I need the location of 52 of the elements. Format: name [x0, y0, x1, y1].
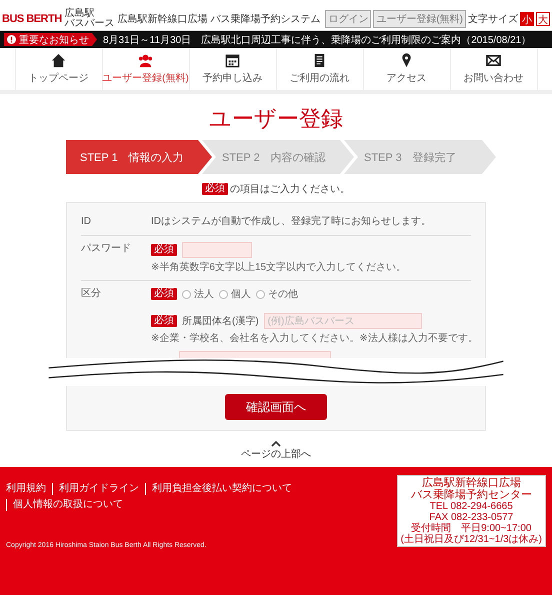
- password-field[interactable]: [182, 242, 252, 258]
- radio-option[interactable]: 個人: [219, 287, 251, 301]
- required-badge: 必須: [151, 288, 177, 300]
- footer-link[interactable]: 利用ガイドライン: [52, 483, 145, 495]
- step-indicator: STEP 1 情報の入力: [66, 140, 212, 174]
- header-button[interactable]: ユーザー登録(無料): [373, 10, 466, 28]
- contact-line: バス乗降場予約センター: [410, 489, 532, 501]
- required-note: の項目はご入力ください。: [230, 182, 350, 196]
- info-text: IDはシステムが自動で作成し、登録完了時にお知らせします。: [151, 215, 431, 229]
- chevron-up-icon: [271, 441, 281, 447]
- footer-link[interactable]: 利用負担金後払い契約について: [145, 483, 298, 495]
- system-title: 広島駅新幹線口広場 バス乗降場予約システム: [118, 12, 320, 26]
- step-indicator: STEP 2 内容の確認: [202, 140, 354, 174]
- footer-link[interactable]: 利用規約: [6, 483, 52, 495]
- contact-line: (土日祝日及び12/31~1/3は休み): [400, 534, 542, 545]
- contact-line: 受付時間 平日9:00~17:00: [411, 523, 532, 534]
- hint-text: ※企業・学校名、会社名を入力してください。※法人様は入力不要です。: [151, 332, 478, 345]
- font-size-label: 文字サイズ: [468, 12, 518, 26]
- hint-text: ※半角英数字6文字以上15文字以内で入力してください。: [151, 260, 406, 274]
- required-badge: 必須: [202, 183, 228, 195]
- confirm-button[interactable]: 確認画面へ: [225, 394, 327, 420]
- required-badge: 必須: [151, 244, 177, 256]
- logo-subtitle: 広島駅: [64, 9, 95, 19]
- required-badge: 必須: [151, 315, 177, 327]
- logo-text: BUS BERTH: [2, 13, 62, 25]
- notice-link[interactable]: 8月31日～11月30日 広島駅北口周辺工事に伴う、乗降場のご利用制限のご案内（2015/08/21）: [103, 32, 532, 46]
- document-icon: [312, 53, 327, 68]
- contact-line: TEL 082-294-6665: [430, 501, 513, 512]
- page-top-link[interactable]: ページの上部へ: [236, 441, 316, 461]
- radio-option[interactable]: 法人: [182, 287, 214, 301]
- font-size-button[interactable]: 小: [520, 12, 534, 26]
- home-icon: [51, 53, 66, 68]
- font-size-button[interactable]: 大: [536, 12, 550, 26]
- input-field[interactable]: [179, 351, 331, 358]
- field-label: パスワード: [81, 242, 132, 256]
- radio-option[interactable]: その他: [256, 287, 298, 301]
- notice-label: 重要なお知らせ: [19, 34, 89, 46]
- logo-subtitle: バスバース: [64, 19, 115, 29]
- footer-link[interactable]: 個人情報の取扱について: [6, 499, 129, 511]
- field-label: 所属団体名(漢字): [182, 314, 259, 328]
- header-button[interactable]: ログイン: [325, 10, 372, 28]
- step-indicator: STEP 3 登録完了: [344, 140, 496, 174]
- contact-line: FAX 082-233-0577: [429, 512, 514, 523]
- calendar-icon: [225, 53, 240, 68]
- people-icon: [138, 53, 153, 68]
- page-title: ユーザー登録: [208, 106, 344, 132]
- field-label: ID: [81, 215, 92, 229]
- mail-icon: [486, 53, 501, 68]
- alert-icon: [7, 35, 16, 44]
- organization-field[interactable]: (例)広島バスバース: [264, 313, 422, 329]
- field-label: 区分: [81, 287, 102, 301]
- contact-line: 広島駅新幹線口広場: [422, 477, 521, 489]
